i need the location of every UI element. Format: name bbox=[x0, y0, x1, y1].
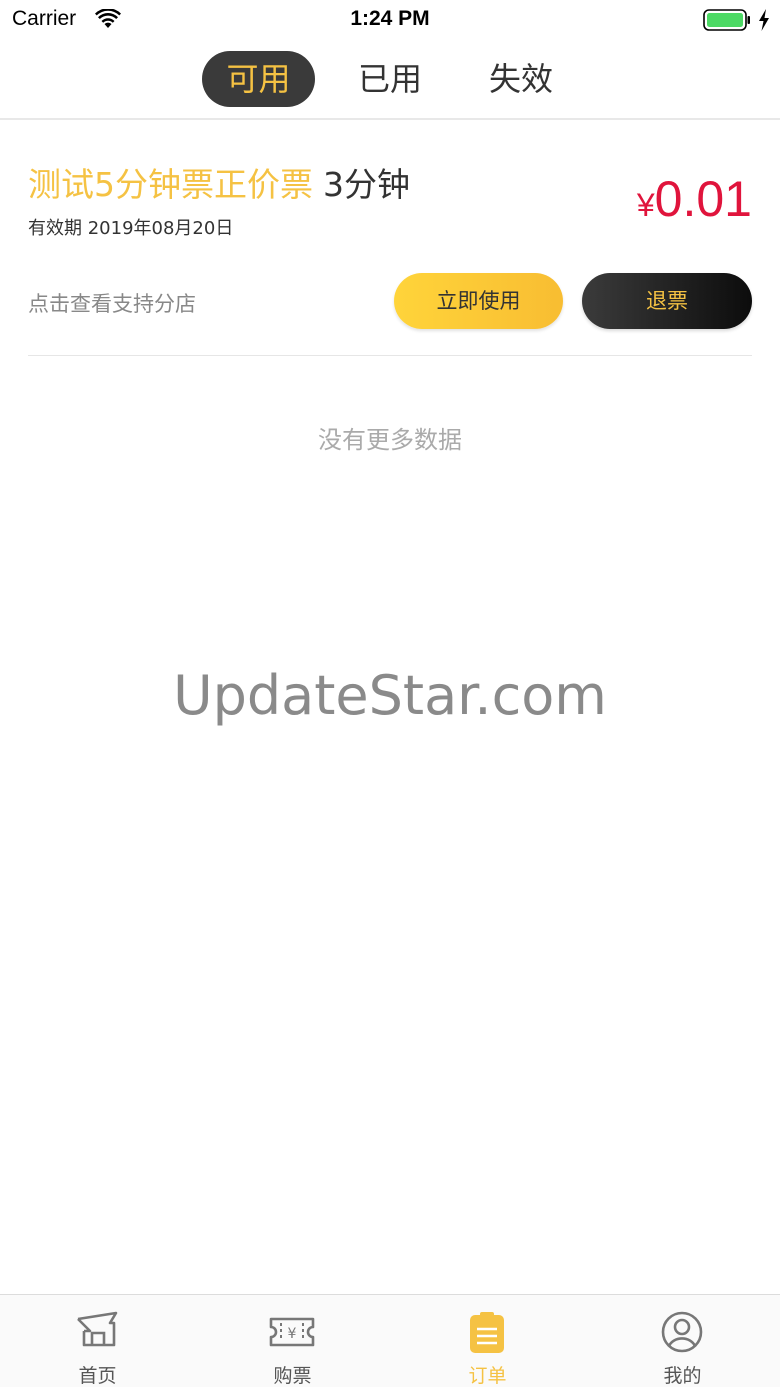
nav-orders-label: 订单 bbox=[468, 1365, 507, 1387]
charging-icon bbox=[757, 8, 771, 32]
ticket-duration: 3分钟 bbox=[323, 165, 410, 204]
ticket-price: ¥0.01 bbox=[637, 170, 752, 228]
ticket-icon: ¥ bbox=[269, 1309, 315, 1355]
nav-home[interactable]: 首页 bbox=[0, 1295, 195, 1387]
nav-profile[interactable]: 我的 bbox=[585, 1295, 780, 1387]
ticket-validity: 有效期 2019年08月20日 bbox=[28, 218, 234, 239]
order-icon bbox=[464, 1309, 510, 1355]
no-more-data-message: 没有更多数据 bbox=[318, 426, 462, 454]
ticket-card[interactable]: 测试5分钟票正价票 3分钟 有效期 2019年08月20日 ¥0.01 点击查看支… bbox=[28, 122, 752, 356]
home-icon bbox=[74, 1309, 120, 1355]
nav-buy-tickets-label: 购票 bbox=[273, 1365, 312, 1387]
svg-text:¥: ¥ bbox=[288, 1326, 297, 1342]
status-bar: Carrier 1:24 PM bbox=[0, 0, 780, 40]
ticket-status-tabs: 可用 已用 失效 bbox=[0, 44, 780, 120]
ticket-name: 测试5分钟票正价票 bbox=[28, 165, 313, 204]
tab-expired[interactable]: 失效 bbox=[470, 51, 572, 107]
nav-home-label: 首页 bbox=[78, 1365, 117, 1387]
watermark: UpdateStar.com bbox=[173, 664, 607, 727]
bottom-tab-bar: 首页 ¥ 购票 订单 我的 bbox=[0, 1294, 780, 1387]
use-now-button[interactable]: 立即使用 bbox=[394, 273, 563, 329]
profile-icon bbox=[659, 1309, 705, 1355]
status-time: 1:24 PM bbox=[350, 7, 430, 30]
nav-orders[interactable]: 订单 bbox=[390, 1295, 585, 1387]
refund-button[interactable]: 退票 bbox=[582, 273, 752, 329]
tab-used[interactable]: 已用 bbox=[340, 51, 440, 107]
price-currency: ¥ bbox=[636, 187, 655, 223]
battery-icon bbox=[703, 9, 751, 31]
orders-screen: Carrier 1:24 PM 可用 已用 失效 测试5分钟票正价票 3分钟 有… bbox=[0, 0, 780, 1387]
view-branches-link[interactable]: 点击查看支持分店 bbox=[28, 288, 196, 318]
nav-buy-tickets[interactable]: ¥ 购票 bbox=[195, 1295, 390, 1387]
nav-profile-label: 我的 bbox=[663, 1365, 702, 1387]
ticket-title-row: 测试5分钟票正价票 3分钟 bbox=[28, 158, 410, 206]
tab-available[interactable]: 可用 bbox=[202, 51, 315, 107]
price-value: 0.01 bbox=[654, 171, 752, 227]
